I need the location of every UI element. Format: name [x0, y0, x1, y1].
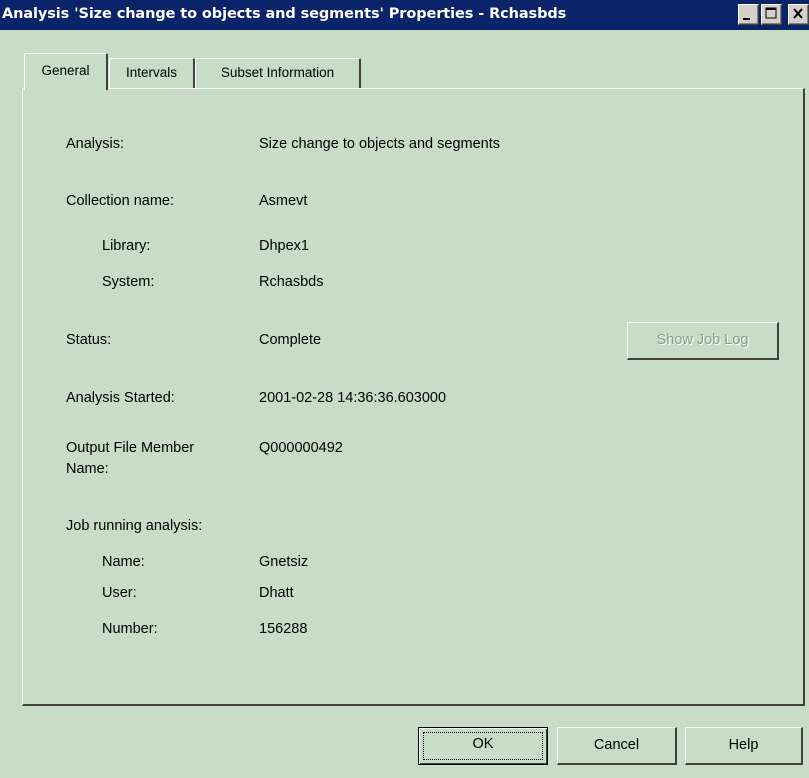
- job-running-analysis-label: Job running analysis:: [66, 518, 203, 534]
- cancel-button[interactable]: Cancel: [557, 727, 677, 765]
- output-file-member-label-line2: Name:: [66, 461, 109, 477]
- library-value: Dhpex1: [259, 238, 309, 254]
- maximize-button[interactable]: [761, 4, 782, 25]
- show-job-log-button[interactable]: Show Job Log: [627, 322, 779, 360]
- job-name-value: Gnetsiz: [259, 554, 309, 570]
- tab-general[interactable]: General: [24, 53, 108, 90]
- job-user-label: User:: [102, 585, 137, 601]
- help-button[interactable]: Help: [685, 727, 803, 765]
- title-bar[interactable]: Analysis 'Size change to objects and seg…: [0, 0, 809, 30]
- focus-rectangle: [423, 732, 543, 760]
- ok-button[interactable]: OK: [418, 727, 548, 765]
- tab-general-label: General: [41, 63, 90, 78]
- status-label: Status:: [66, 332, 112, 348]
- collection-name-value: Asmevt: [259, 193, 308, 209]
- output-file-member-label: Output File Member: [66, 440, 195, 456]
- status-value: Complete: [259, 332, 322, 348]
- tab-subset-information[interactable]: Subset Information: [195, 58, 361, 88]
- cancel-label: Cancel: [593, 737, 640, 753]
- tab-subset-information-label: Subset Information: [220, 65, 335, 80]
- properties-window: Analysis 'Size change to objects and seg…: [0, 0, 809, 778]
- maximize-icon: [765, 7, 777, 19]
- close-button[interactable]: [788, 4, 809, 25]
- collection-name-label: Collection name:: [66, 193, 174, 209]
- job-name-label: Name:: [102, 554, 145, 570]
- help-label: Help: [728, 737, 759, 753]
- system-label: System:: [102, 274, 155, 290]
- analysis-value: Size change to objects and segments: [259, 136, 501, 152]
- analysis-label: Analysis:: [66, 136, 125, 152]
- minimize-icon: [743, 18, 750, 20]
- tab-intervals[interactable]: Intervals: [109, 58, 195, 88]
- close-icon: [793, 8, 803, 19]
- window-title: Analysis 'Size change to objects and seg…: [2, 6, 567, 22]
- show-job-log-label: Show Job Log: [656, 332, 749, 348]
- system-value: Rchasbds: [259, 274, 324, 290]
- job-number-label: Number:: [102, 621, 158, 637]
- analysis-started-label: Analysis Started:: [66, 390, 175, 406]
- output-file-member-value: Q000000492: [259, 440, 343, 456]
- minimize-button[interactable]: [738, 4, 759, 25]
- tab-intervals-label: Intervals: [125, 65, 178, 80]
- library-label: Library:: [102, 238, 151, 254]
- job-number-value: 156288: [259, 621, 308, 637]
- analysis-started-value: 2001-02-28 14:36:36.603000: [259, 390, 447, 406]
- job-user-value: Dhatt: [259, 585, 294, 601]
